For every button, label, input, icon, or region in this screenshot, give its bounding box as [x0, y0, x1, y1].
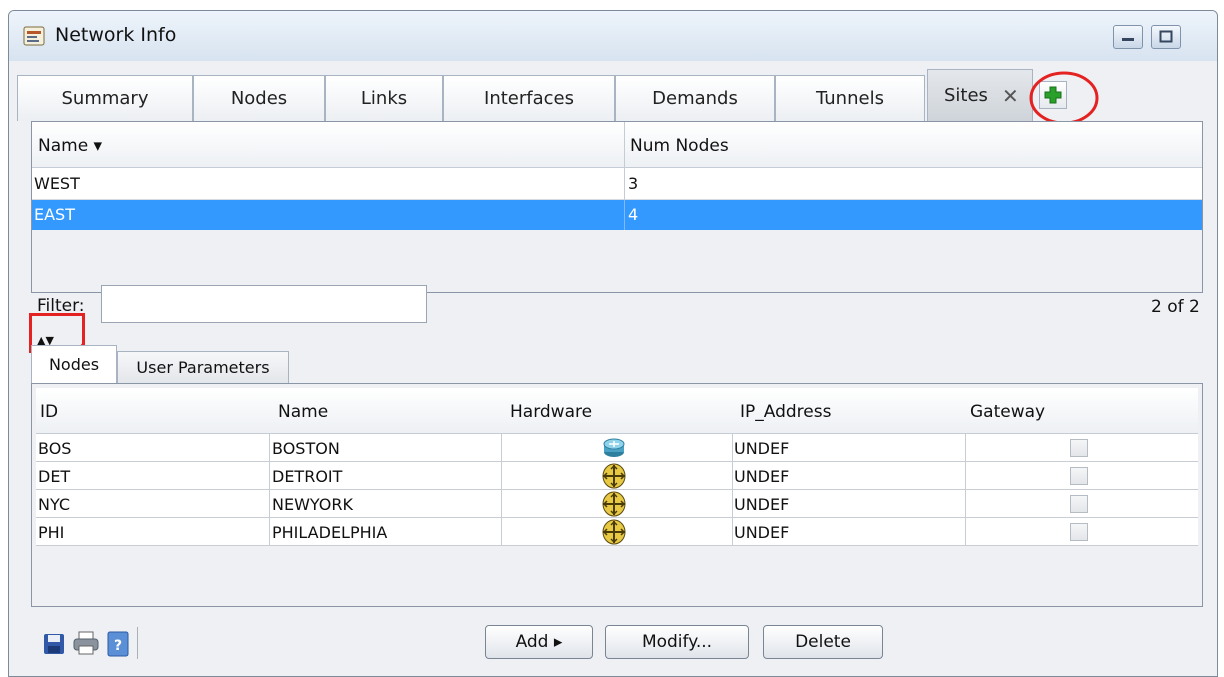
tab-strip: Summary Nodes Links Interfaces Demands T…	[17, 61, 1211, 125]
nodes-table-header: ID Name Hardware IP_Address Gateway	[36, 388, 1198, 434]
help-icon[interactable]: ?	[107, 631, 129, 657]
tab-summary[interactable]: Summary	[17, 75, 193, 121]
node-name: NEWYORK	[272, 495, 353, 514]
gateway-checkbox[interactable]	[1070, 439, 1088, 457]
button-label: Add ▸	[515, 632, 563, 652]
app-icon	[23, 25, 45, 47]
column-header-num-nodes[interactable]: Num Nodes	[630, 136, 729, 156]
node-id: DET	[38, 467, 71, 486]
node-ip-address: UNDEF	[734, 439, 790, 458]
tab-label: Links	[360, 88, 408, 109]
filter-input[interactable]	[101, 285, 427, 323]
column-divider	[624, 168, 625, 200]
table-row[interactable]: NYC NEWYORK UNDEF	[36, 490, 1198, 518]
node-id: NYC	[38, 495, 71, 514]
window-title: Network Info	[55, 24, 177, 46]
add-button[interactable]: Add ▸	[485, 625, 593, 659]
result-count: 2 of 2	[1151, 297, 1200, 317]
restore-button[interactable]	[1151, 25, 1181, 49]
tab-label: Tunnels	[816, 88, 884, 109]
subtab-nodes[interactable]: Nodes	[31, 345, 117, 383]
tab-label: Interfaces	[484, 88, 574, 109]
table-row[interactable]: DET DETROIT UNDEF	[36, 462, 1198, 490]
minimize-button[interactable]	[1113, 25, 1143, 49]
node-id: PHI	[38, 523, 65, 542]
save-icon[interactable]	[43, 633, 65, 655]
site-name: WEST	[34, 174, 80, 193]
button-label: Modify...	[641, 632, 713, 652]
tab-label: Demands	[652, 88, 738, 109]
switch-icon	[602, 463, 626, 489]
node-name: DETROIT	[272, 467, 343, 486]
site-num-nodes: 4	[628, 205, 639, 224]
subtab-user-parameters[interactable]: User Parameters	[117, 351, 289, 383]
site-num-nodes: 3	[628, 174, 639, 193]
tab-label: Summary	[61, 88, 149, 109]
router-icon	[603, 438, 625, 457]
tab-demands[interactable]: Demands	[615, 75, 775, 121]
node-ip-address: UNDEF	[734, 495, 790, 514]
subtab-label: Nodes	[48, 355, 100, 374]
table-row[interactable]: BOS BOSTON UNDEF	[36, 434, 1198, 462]
column-header-name[interactable]: Name	[278, 402, 328, 422]
tab-interfaces[interactable]: Interfaces	[443, 75, 615, 121]
nodes-table-body: BOS BOSTON UNDEF DET DETROIT UNDEF NYC N…	[36, 434, 1198, 546]
toolbar-separator	[137, 627, 138, 659]
sites-table: Name ▾ Num Nodes WEST 3 EAST 4	[31, 121, 1203, 293]
svg-text:?: ?	[114, 638, 122, 654]
column-header-id[interactable]: ID	[40, 402, 58, 422]
node-ip-address: UNDEF	[734, 523, 790, 542]
tab-links[interactable]: Links	[325, 75, 443, 121]
tab-nodes[interactable]: Nodes	[193, 75, 325, 121]
column-header-ip-address[interactable]: IP_Address	[740, 402, 831, 422]
title-bar: Network Info	[9, 11, 1217, 61]
delete-button[interactable]: Delete	[763, 625, 883, 659]
node-name: BOSTON	[272, 439, 340, 458]
modify-button[interactable]: Modify...	[605, 625, 749, 659]
table-row-selected[interactable]: EAST 4	[32, 200, 1202, 230]
tab-label: Sites	[944, 85, 988, 106]
gateway-checkbox[interactable]	[1070, 467, 1088, 485]
column-divider	[624, 122, 625, 168]
close-tab-icon[interactable]: ✕	[1002, 84, 1019, 108]
node-id: BOS	[38, 439, 72, 458]
table-row[interactable]: PHI PHILADELPHIA UNDEF	[36, 518, 1198, 546]
highlight-circle	[1029, 71, 1099, 125]
gateway-checkbox[interactable]	[1070, 495, 1088, 513]
column-header-hardware[interactable]: Hardware	[510, 402, 592, 422]
subtab-label: User Parameters	[136, 358, 270, 377]
tab-label: Nodes	[230, 88, 288, 109]
switch-icon	[602, 491, 626, 517]
site-name: EAST	[34, 205, 75, 224]
switch-icon	[602, 519, 626, 545]
column-divider	[624, 200, 625, 230]
tab-tunnels[interactable]: Tunnels	[775, 75, 925, 121]
sites-table-header: Name ▾ Num Nodes	[32, 122, 1202, 168]
column-header-gateway[interactable]: Gateway	[970, 402, 1045, 422]
tab-sites[interactable]: Sites ✕	[927, 69, 1033, 121]
column-header-name[interactable]: Name ▾	[38, 136, 102, 156]
gateway-checkbox[interactable]	[1070, 523, 1088, 541]
nodes-table: ID Name Hardware IP_Address Gateway BOS …	[31, 383, 1203, 607]
button-label: Delete	[795, 632, 851, 652]
print-icon[interactable]	[73, 631, 99, 655]
network-info-window: Network Info Summary Nodes Links Interfa…	[8, 10, 1218, 677]
node-name: PHILADELPHIA	[272, 523, 388, 542]
table-row[interactable]: WEST 3	[32, 168, 1202, 200]
node-ip-address: UNDEF	[734, 467, 790, 486]
